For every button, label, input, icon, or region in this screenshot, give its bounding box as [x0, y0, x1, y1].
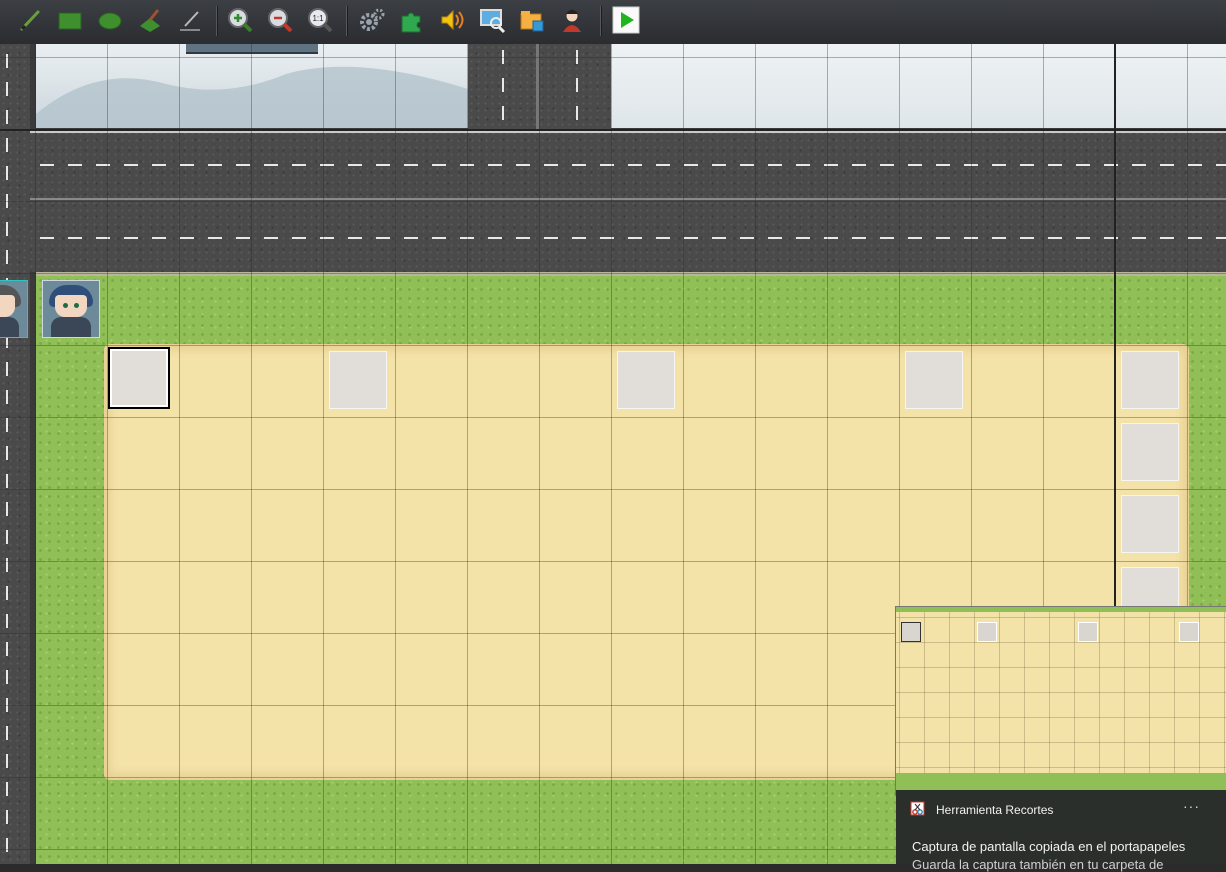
player-body	[51, 317, 91, 337]
preview-tile	[977, 622, 997, 642]
floor-tile[interactable]	[1121, 423, 1179, 481]
playtest-icon	[612, 6, 640, 34]
rectangle-icon	[58, 12, 82, 30]
event-searcher-icon	[480, 9, 506, 34]
character-generator-button[interactable]	[556, 4, 588, 36]
floor-tile[interactable]	[1121, 351, 1179, 409]
toolbar-separator	[216, 6, 217, 36]
notification-message-secondary: Guarda la captura también en tu carpeta …	[912, 857, 1164, 872]
main-toolbar: 1:1	[0, 0, 1226, 45]
road-dash	[40, 164, 1226, 166]
rectangle-tool-button[interactable]	[54, 4, 86, 36]
player-eye	[74, 303, 79, 308]
preview-tile	[1078, 622, 1098, 642]
zoom-actual-icon: 1:1	[308, 8, 333, 33]
road-dash	[40, 237, 1226, 239]
vertical-road-top	[468, 44, 611, 130]
floor-tile[interactable]	[905, 351, 963, 409]
player-event-sprite[interactable]	[42, 280, 100, 338]
npc-event-sprite[interactable]	[0, 280, 28, 338]
road-dash	[576, 50, 578, 130]
character-generator-icon	[563, 9, 581, 32]
notification-more-button[interactable]: ···	[1183, 798, 1200, 814]
player-face	[55, 295, 87, 317]
zoom-actual-label: 1:1	[312, 14, 324, 23]
zoom-out-button[interactable]	[264, 4, 296, 36]
event-searcher-button[interactable]	[476, 4, 508, 36]
zoom-in-icon	[228, 8, 253, 33]
notification-app-name: Herramienta Recortes	[936, 803, 1054, 817]
map-boundary-line	[0, 129, 1226, 131]
road-dash	[6, 54, 8, 864]
notification-message: Captura de pantalla copiada en el portap…	[912, 839, 1186, 854]
floor-tile[interactable]	[329, 351, 387, 409]
scissors-icon	[910, 801, 925, 816]
horizontal-road	[0, 130, 1226, 272]
mountain-silhouette	[36, 66, 468, 128]
sound-test-icon	[441, 9, 464, 31]
screenshot-preview-thumbnail[interactable]	[896, 607, 1226, 795]
resource-manager-icon	[520, 11, 544, 32]
sound-test-button[interactable]	[436, 4, 468, 36]
plugin-manager-button[interactable]	[396, 4, 428, 36]
selected-floor-tile[interactable]	[108, 347, 170, 409]
npc-body	[0, 317, 19, 337]
database-gears-icon	[360, 8, 385, 31]
zoom-in-button[interactable]	[224, 4, 256, 36]
zoom-actual-button[interactable]: 1:1	[304, 4, 336, 36]
building-roof-edge	[186, 44, 318, 54]
database-button[interactable]	[356, 4, 388, 36]
road-median	[536, 44, 539, 130]
floor-tile[interactable]	[617, 351, 675, 409]
toolbar-separator	[346, 6, 347, 36]
ellipse-tool-button[interactable]	[94, 4, 126, 36]
snipping-tool-notification[interactable]: Herramienta Recortes ··· Captura de pant…	[896, 790, 1226, 872]
player-eye	[63, 303, 68, 308]
sky-tiles-right	[611, 44, 1226, 128]
resource-manager-button[interactable]	[516, 4, 548, 36]
shadow-pen-tool-button[interactable]	[174, 4, 206, 36]
preview-tile	[901, 622, 921, 642]
preview-tile	[1179, 622, 1199, 642]
road-dash	[502, 50, 504, 130]
sky-tiles	[36, 44, 468, 128]
pencil-icon	[20, 10, 40, 31]
vertical-road-left	[0, 44, 30, 864]
flood-fill-tool-button[interactable]	[134, 4, 166, 36]
playtest-button[interactable]	[610, 4, 642, 36]
flood-fill-icon	[140, 9, 160, 32]
pencil-tool-button[interactable]	[14, 4, 46, 36]
npc-face	[0, 295, 15, 317]
shadow-pen-icon	[180, 11, 200, 31]
zoom-out-icon	[268, 8, 293, 33]
floor-tile[interactable]	[1121, 495, 1179, 553]
toolbar-separator	[600, 6, 601, 36]
plugin-manager-icon	[401, 12, 421, 33]
road-median	[30, 198, 1226, 200]
ellipse-icon	[98, 12, 122, 30]
